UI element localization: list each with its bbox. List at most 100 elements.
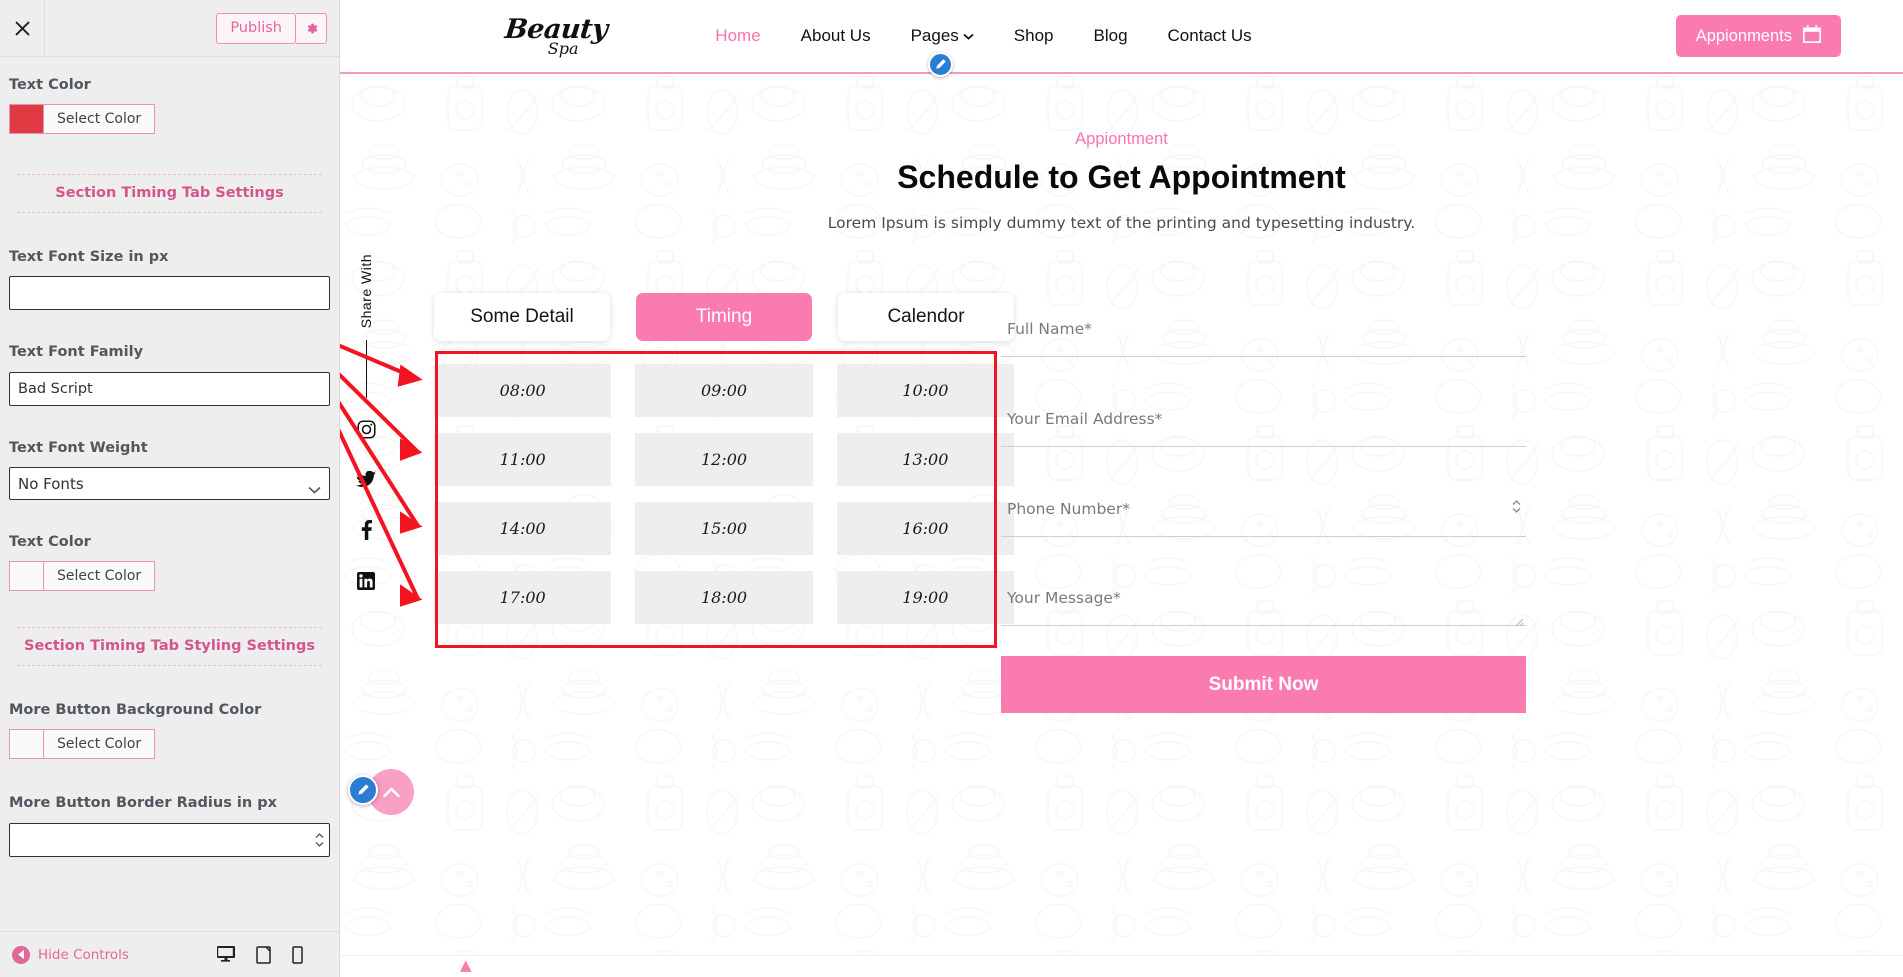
- full-name-input[interactable]: [1001, 320, 1526, 357]
- text-font-size-input[interactable]: [9, 276, 330, 311]
- color-picker-row: Select Color: [9, 104, 330, 135]
- select-color-button[interactable]: Select Color: [43, 561, 156, 592]
- site-logo[interactable]: Beauty Spa: [503, 13, 609, 57]
- mobile-icon[interactable]: [292, 945, 303, 964]
- select-color-button[interactable]: Select Color: [43, 729, 156, 760]
- hero-heading-group: Appiontment Schedule to Get Appointment …: [340, 74, 1903, 232]
- nav-item-shop[interactable]: Shop: [1014, 26, 1054, 46]
- booking-widget: Some Detail Timing Calendor 08:00 09:00 …: [434, 293, 1014, 624]
- time-slot[interactable]: 10:00: [836, 364, 1014, 417]
- phone-input[interactable]: [1001, 500, 1526, 537]
- number-stepper[interactable]: [311, 826, 328, 853]
- tab-some-detail[interactable]: Some Detail: [434, 293, 610, 341]
- select-color-button[interactable]: Select Color: [43, 104, 156, 135]
- time-slot[interactable]: 13:00: [836, 433, 1014, 486]
- facebook-icon[interactable]: [361, 520, 372, 541]
- field-message: [1001, 589, 1526, 630]
- sidebar-header: Publish: [0, 0, 339, 57]
- tablet-icon[interactable]: [256, 945, 271, 964]
- share-divider: [365, 340, 367, 399]
- control-label: Text Font Family: [9, 344, 144, 361]
- time-slot[interactable]: 15:00: [635, 502, 813, 555]
- time-slot[interactable]: 11:00: [434, 433, 612, 486]
- collapse-arrow-icon: [12, 945, 30, 964]
- message-textarea[interactable]: [1001, 589, 1526, 626]
- control-more-button-border-radius: More Button Border Radius in px: [9, 793, 330, 857]
- main-navigation: Home About Us Pages Shop Blog Contact Us: [715, 26, 1252, 77]
- submit-button[interactable]: Submit Now: [1001, 656, 1526, 713]
- time-slot[interactable]: 16:00: [836, 502, 1014, 555]
- hero-eyebrow: Appiontment: [1075, 130, 1168, 148]
- nav-link[interactable]: About Us: [801, 26, 871, 46]
- nav-link[interactable]: Shop: [1014, 26, 1054, 46]
- more-button-border-radius-input[interactable]: [9, 822, 330, 857]
- site-preview: Beauty Spa Home About Us Pages Shop Blog…: [340, 0, 1903, 977]
- booking-tabs: Some Detail Timing Calendor: [434, 293, 1014, 341]
- tab-calendor[interactable]: Calendor: [838, 293, 1014, 341]
- hide-controls-button[interactable]: Hide Controls: [12, 945, 129, 964]
- sidebar-footer: Hide Controls: [0, 931, 339, 977]
- control-text-color-2: Text Color Select Color: [9, 532, 330, 592]
- gear-icon[interactable]: [296, 12, 327, 44]
- control-text-font-family: Text Font Family: [9, 342, 330, 406]
- text-font-weight-select[interactable]: [9, 467, 330, 501]
- time-slot[interactable]: 08:00: [434, 364, 612, 417]
- color-swatch[interactable]: [9, 561, 43, 592]
- time-slot[interactable]: 12:00: [635, 433, 813, 486]
- hero-description: Lorem Ipsum is simply dummy text of the …: [827, 214, 1416, 232]
- time-slot[interactable]: 18:00: [635, 571, 813, 624]
- edit-pencil-icon[interactable]: [927, 52, 953, 77]
- logo-line-1: Beauty: [503, 13, 609, 45]
- calendar-icon: [1803, 24, 1821, 48]
- desktop-icon[interactable]: [216, 946, 235, 963]
- time-slot[interactable]: 17:00: [434, 571, 612, 624]
- section-divider-timing-tab-styling: Section Timing Tab Styling Settings: [9, 627, 330, 667]
- section-divider-timing-tab-settings: Section Timing Tab Settings: [9, 174, 330, 214]
- email-input[interactable]: [1001, 410, 1526, 447]
- divider-line-bottom: [17, 212, 322, 214]
- customizer-app: Publish Text Color Select Color Section …: [0, 0, 1903, 977]
- nav-item-home[interactable]: Home: [715, 26, 760, 46]
- nav-item-about-us[interactable]: About Us: [801, 26, 871, 46]
- control-more-button-bg-color: More Button Background Color Select Colo…: [9, 700, 330, 760]
- linkedin-icon[interactable]: [357, 572, 375, 591]
- sidebar-controls: Text Color Select Color Section Timing T…: [0, 75, 339, 963]
- appointments-button[interactable]: Appionments: [1675, 15, 1841, 57]
- float-edit-pencil-icon[interactable]: [348, 775, 378, 805]
- nav-item-blog[interactable]: Blog: [1094, 26, 1128, 46]
- divider-line-bottom: [17, 665, 322, 667]
- nav-link[interactable]: Home: [715, 26, 760, 46]
- divider-label: Section Timing Tab Settings: [55, 185, 284, 202]
- color-swatch[interactable]: [9, 729, 43, 760]
- appointment-form: Submit Now: [1001, 319, 1526, 713]
- header-spacer: [45, 0, 216, 56]
- hide-controls-label: Hide Controls: [38, 946, 129, 963]
- control-label: Text Color: [9, 77, 91, 93]
- control-label: More Button Background Color: [9, 702, 262, 719]
- time-slot[interactable]: 09:00: [635, 364, 813, 417]
- instagram-icon[interactable]: [356, 420, 376, 439]
- nav-link[interactable]: Blog: [1094, 26, 1128, 46]
- nav-link[interactable]: Pages: [911, 26, 959, 46]
- close-icon[interactable]: [0, 0, 45, 56]
- control-label: Text Font Size in px: [9, 249, 169, 266]
- publish-button[interactable]: Publish: [216, 12, 296, 44]
- site-header: Beauty Spa Home About Us Pages Shop Blog…: [340, 0, 1903, 77]
- control-text-font-weight: Text Font Weight: [9, 438, 330, 501]
- color-picker-row: Select Color: [9, 729, 330, 760]
- time-slot-grid: 08:00 09:00 10:00 11:00 12:00 13:00 14:0…: [434, 364, 1014, 624]
- color-picker-row: Select Color: [9, 561, 330, 592]
- tab-timing[interactable]: Timing: [636, 293, 812, 341]
- number-stepper[interactable]: [1509, 497, 1524, 516]
- nav-item-contact-us[interactable]: Contact Us: [1168, 26, 1252, 46]
- customizer-sidebar: Publish Text Color Select Color Section …: [0, 0, 340, 977]
- nav-link[interactable]: Contact Us: [1168, 26, 1252, 46]
- text-font-family-input[interactable]: [9, 371, 330, 406]
- control-label: Text Font Weight: [9, 439, 148, 456]
- twitter-icon[interactable]: [356, 471, 376, 488]
- time-slot[interactable]: 14:00: [434, 502, 612, 555]
- nav-item-pages[interactable]: Pages: [911, 26, 974, 77]
- device-preview-group: [216, 945, 328, 964]
- color-swatch[interactable]: [9, 104, 43, 135]
- time-slot[interactable]: 19:00: [836, 571, 1014, 624]
